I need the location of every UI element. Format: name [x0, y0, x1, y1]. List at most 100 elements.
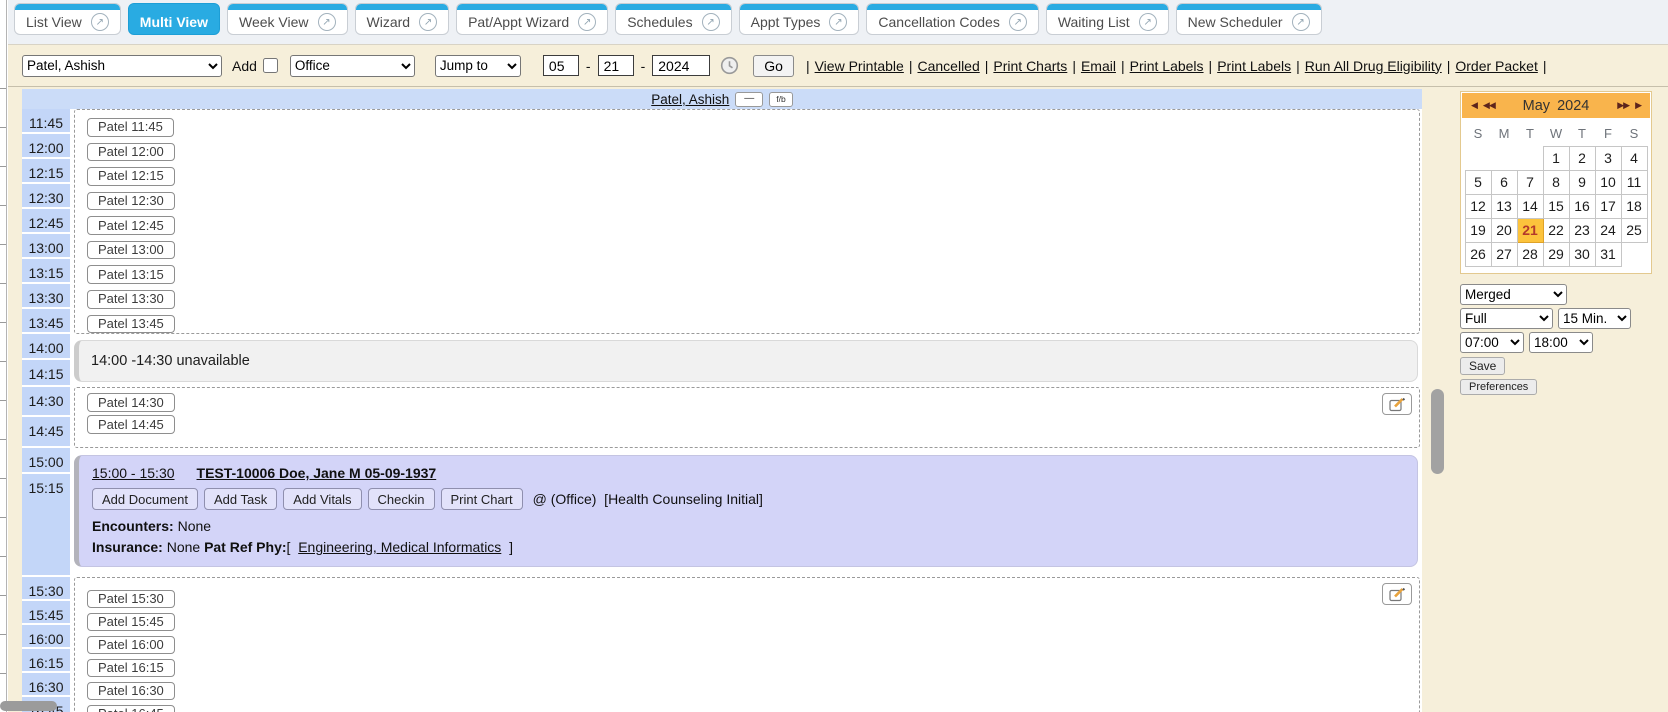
- slot-button[interactable]: Patel 14:45: [87, 415, 175, 434]
- calendar-day[interactable]: 31: [1595, 242, 1621, 266]
- slot-button[interactable]: Patel 12:15: [87, 167, 175, 186]
- appointment-action-print-chart[interactable]: Print Chart: [441, 488, 523, 510]
- preferences-button[interactable]: Preferences: [1460, 379, 1537, 395]
- slot-button[interactable]: Patel 14:30: [87, 393, 175, 412]
- slot-button[interactable]: Patel 13:30: [87, 290, 175, 309]
- external-link-icon[interactable]: ↗: [91, 13, 109, 31]
- date-month-input[interactable]: [543, 55, 579, 76]
- slot-button[interactable]: Patel 13:45: [87, 315, 175, 334]
- calendar-day[interactable]: 6: [1491, 170, 1517, 194]
- calendar-day[interactable]: 23: [1569, 218, 1595, 242]
- calendar-day[interactable]: 9: [1569, 170, 1595, 194]
- slot-button[interactable]: Patel 16:30: [87, 682, 175, 700]
- collapse-column-button[interactable]: —: [735, 92, 763, 107]
- date-year-input[interactable]: [652, 55, 710, 76]
- tab-schedules[interactable]: Schedules↗: [615, 3, 731, 35]
- edit-slot-button[interactable]: [1382, 583, 1412, 605]
- slot-button[interactable]: Patel 15:45: [87, 613, 175, 631]
- calendar-day[interactable]: 30: [1569, 242, 1595, 266]
- tab-multi-view[interactable]: Multi View: [128, 3, 220, 35]
- add-checkbox[interactable]: [263, 58, 278, 73]
- slot-button[interactable]: Patel 11:45: [87, 118, 174, 137]
- save-button[interactable]: Save: [1460, 357, 1505, 375]
- appointment-action-add-task[interactable]: Add Task: [204, 488, 277, 510]
- calendar-day[interactable]: 5: [1465, 170, 1491, 194]
- calendar-day[interactable]: 27: [1491, 242, 1517, 266]
- toolbar-link-email[interactable]: Email: [1081, 58, 1116, 74]
- slot-button[interactable]: Patel 13:00: [87, 241, 175, 260]
- vertical-scrollbar-thumb[interactable]: [1431, 389, 1444, 474]
- external-link-icon[interactable]: ↗: [1139, 13, 1157, 31]
- view-mode-select[interactable]: Merged: [1460, 284, 1567, 305]
- clock-icon[interactable]: [720, 56, 739, 75]
- end-time-select[interactable]: 18:00: [1529, 332, 1593, 353]
- tab-new-scheduler[interactable]: New Scheduler↗: [1176, 3, 1322, 35]
- vertical-scrollbar[interactable]: [1422, 87, 1452, 712]
- calendar-day[interactable]: 18: [1621, 194, 1647, 218]
- external-link-icon[interactable]: ↗: [578, 13, 596, 31]
- calendar-day[interactable]: 1: [1543, 146, 1569, 170]
- tab-cancellation-codes[interactable]: Cancellation Codes↗: [866, 3, 1038, 35]
- tab-pat-appt-wizard[interactable]: Pat/Appt Wizard↗: [456, 3, 608, 35]
- calendar-day[interactable]: 19: [1465, 218, 1491, 242]
- toolbar-link-run-all-drug-eligibility[interactable]: Run All Drug Eligibility: [1305, 58, 1442, 74]
- calendar-day[interactable]: 12: [1465, 194, 1491, 218]
- date-day-input[interactable]: [598, 55, 634, 76]
- toolbar-link-print-charts[interactable]: Print Charts: [993, 58, 1067, 74]
- calendar-day[interactable]: 16: [1569, 194, 1595, 218]
- calendar-day[interactable]: 3: [1595, 146, 1621, 170]
- referring-physician-link[interactable]: Engineering, Medical Informatics: [298, 539, 501, 555]
- external-link-icon[interactable]: ↗: [702, 13, 720, 31]
- calendar-next-single-icon[interactable]: ▶: [1632, 100, 1644, 111]
- external-link-icon[interactable]: ↗: [1292, 13, 1310, 31]
- external-link-icon[interactable]: ↗: [419, 13, 437, 31]
- calendar-prev-single-icon[interactable]: ◀: [1468, 100, 1480, 111]
- external-link-icon[interactable]: ↗: [318, 13, 336, 31]
- edit-slot-button[interactable]: [1382, 393, 1412, 415]
- external-link-icon[interactable]: ↗: [829, 13, 847, 31]
- calendar-day[interactable]: 13: [1491, 194, 1517, 218]
- toolbar-link-cancelled[interactable]: Cancelled: [917, 58, 979, 74]
- patient-link[interactable]: TEST-10006 Doe, Jane M 05-09-1937: [197, 465, 437, 481]
- slot-button[interactable]: Patel 16:00: [87, 636, 175, 654]
- appointment-action-add-document[interactable]: Add Document: [92, 488, 198, 510]
- toolbar-link-order-packet[interactable]: Order Packet: [1455, 58, 1537, 74]
- tab-appt-types[interactable]: Appt Types↗: [739, 3, 860, 35]
- slot-button[interactable]: Patel 12:30: [87, 192, 175, 211]
- slot-button[interactable]: Patel 16:45: [87, 705, 175, 712]
- toolbar-link-print-labels[interactable]: Print Labels: [1217, 58, 1291, 74]
- interval-select[interactable]: 15 Min.: [1558, 308, 1631, 329]
- provider-select[interactable]: Patel, Ashish: [22, 55, 222, 77]
- go-button[interactable]: Go: [753, 55, 794, 77]
- tab-week-view[interactable]: Week View↗: [227, 3, 348, 35]
- calendar-day[interactable]: 28: [1517, 242, 1543, 266]
- appointment-block[interactable]: 15:00 - 15:30 TEST-10006 Doe, Jane M 05-0…: [74, 455, 1418, 567]
- calendar-day[interactable]: 15: [1543, 194, 1569, 218]
- calendar-day[interactable]: 4: [1621, 146, 1647, 170]
- appointment-time-link[interactable]: 15:00 - 15:30: [92, 465, 175, 481]
- calendar-day[interactable]: 2: [1569, 146, 1595, 170]
- appointment-action-checkin[interactable]: Checkin: [368, 488, 435, 510]
- external-link-icon[interactable]: ↗: [1009, 13, 1027, 31]
- facility-select[interactable]: Office: [290, 55, 415, 77]
- toolbar-link-view-printable[interactable]: View Printable: [815, 58, 904, 74]
- calendar-day[interactable]: 14: [1517, 194, 1543, 218]
- slot-button[interactable]: Patel 12:45: [87, 216, 175, 235]
- calendar-day[interactable]: 11: [1621, 170, 1647, 194]
- start-time-select[interactable]: 07:00: [1460, 332, 1524, 353]
- calendar-prev-double-icon[interactable]: ◀◀: [1480, 100, 1498, 111]
- calendar-day[interactable]: 17: [1595, 194, 1621, 218]
- calendar-day[interactable]: 25: [1621, 218, 1647, 242]
- tab-wizard[interactable]: Wizard↗: [355, 3, 450, 35]
- calendar-day-selected[interactable]: 21: [1517, 218, 1543, 242]
- fb-toggle-button[interactable]: f/b: [769, 92, 792, 107]
- jump-to-select[interactable]: Jump to: [435, 55, 521, 77]
- appointment-action-add-vitals[interactable]: Add Vitals: [283, 488, 361, 510]
- slot-button[interactable]: Patel 13:15: [87, 265, 175, 284]
- tab-waiting-list[interactable]: Waiting List↗: [1046, 3, 1169, 35]
- horizontal-scrollbar-thumb[interactable]: [0, 701, 57, 711]
- provider-header-link[interactable]: Patel, Ashish: [651, 92, 729, 107]
- calendar-day[interactable]: 7: [1517, 170, 1543, 194]
- layout-select[interactable]: Full: [1460, 308, 1553, 329]
- slot-button[interactable]: Patel 16:15: [87, 659, 175, 677]
